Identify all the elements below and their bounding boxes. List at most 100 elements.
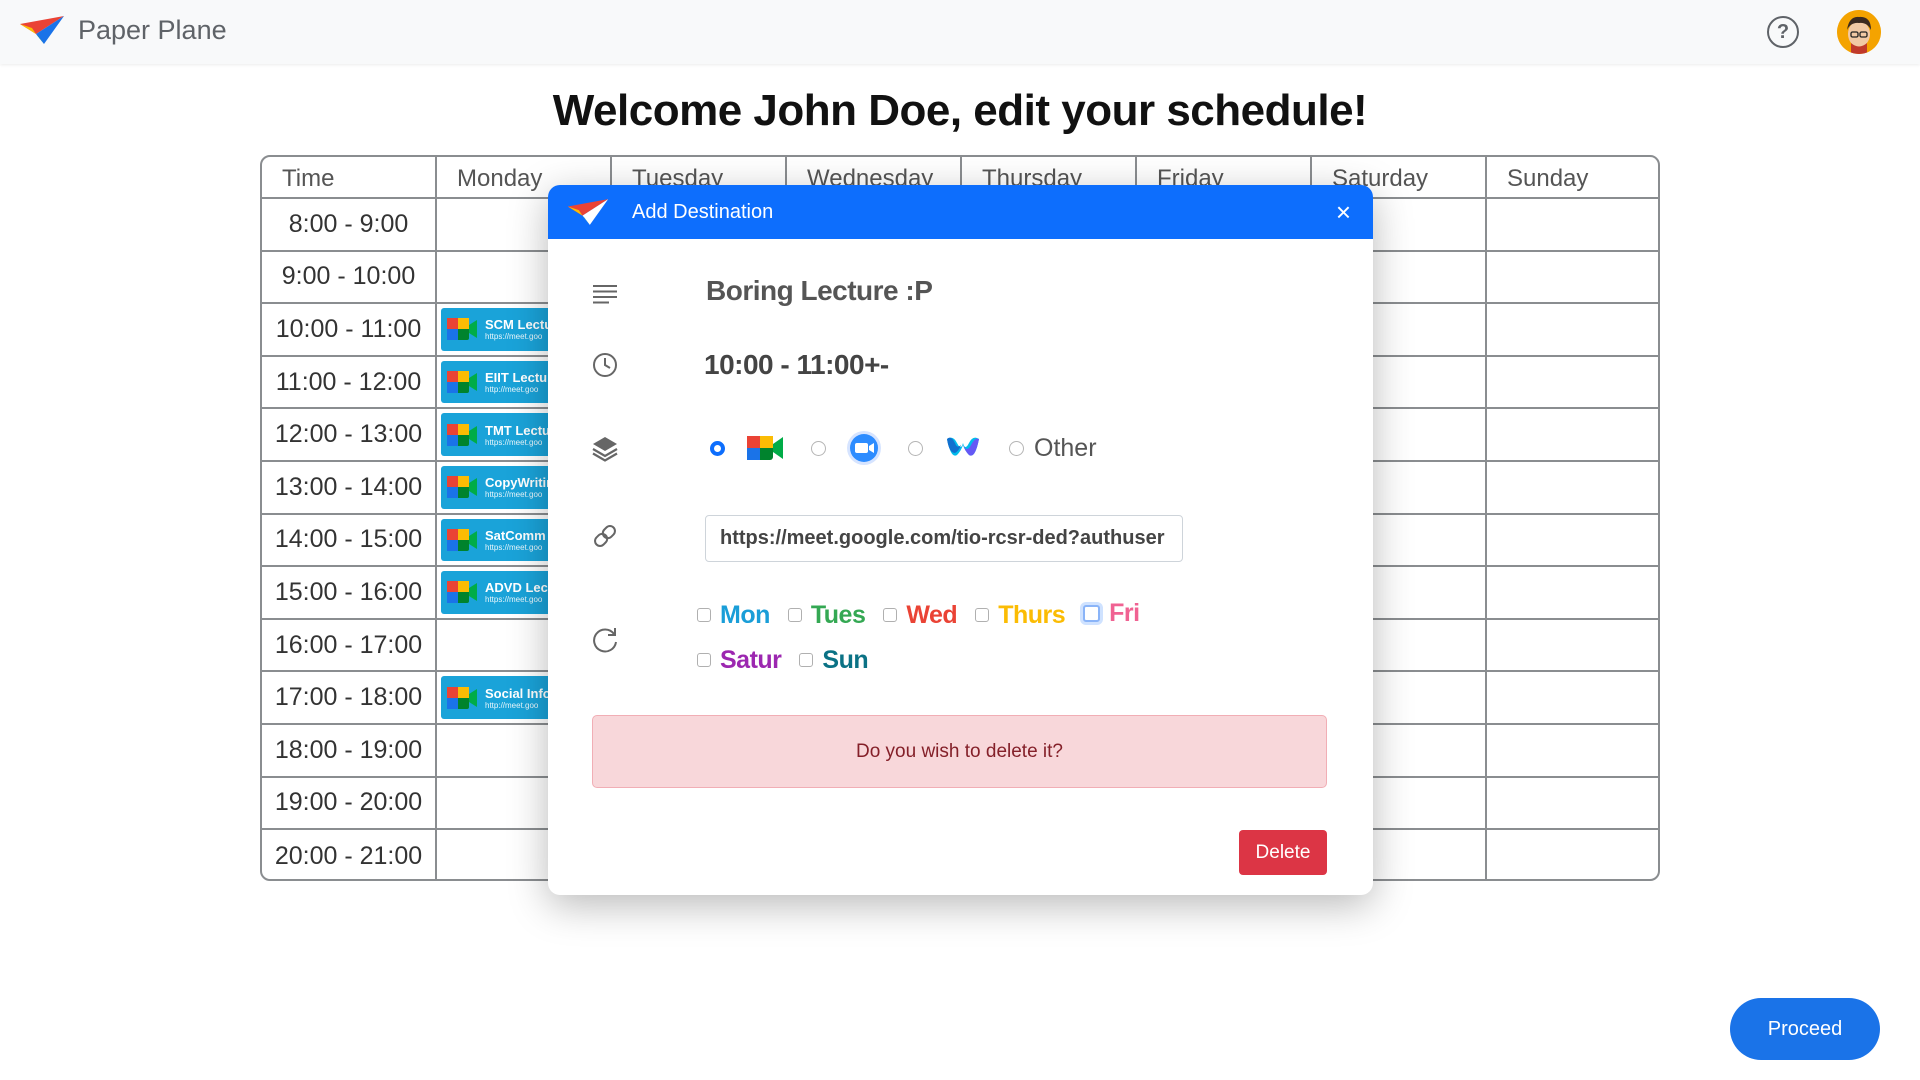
event-card-title: EIIT Lectur: [485, 370, 553, 386]
day-label: Tues: [810, 600, 866, 629]
close-icon[interactable]: ×: [1336, 197, 1351, 227]
schedule-cell[interactable]: [1487, 199, 1658, 252]
notes-icon: [593, 285, 617, 304]
checkbox[interactable]: [697, 608, 711, 622]
time-slot-label: 12:00 - 13:00: [262, 409, 437, 462]
event-card-link: https://meet.goo: [485, 332, 543, 342]
event-title[interactable]: Boring Lecture :P: [706, 275, 933, 307]
time-slot-label: 13:00 - 14:00: [262, 461, 437, 515]
event-card-link: https://meet.goo: [485, 490, 543, 500]
paper-plane-logo-icon: [20, 16, 64, 44]
schedule-cell[interactable]: [1487, 252, 1658, 305]
event-card-title: CopyWritin: [485, 475, 555, 491]
column-header: Sunday: [1487, 157, 1658, 199]
event-card-link: http://meet.goo: [485, 385, 539, 395]
other-radio[interactable]: [1009, 440, 1024, 456]
checkbox[interactable]: [1083, 605, 1101, 622]
day-checkbox-thurs[interactable]: Thurs: [975, 600, 1066, 630]
event-card-title: SCM Lectu: [485, 317, 553, 333]
add-destination-dialog: Add Destination × Boring Lecture :P 10:0…: [548, 185, 1373, 895]
schedule-cell[interactable]: [1487, 778, 1658, 831]
event-card-title: TMT Lectu: [485, 422, 550, 438]
day-label: Satur: [720, 645, 782, 674]
schedule-cell[interactable]: [1487, 620, 1658, 673]
meeting-link-input[interactable]: [705, 515, 1183, 562]
time-slot-label: 14:00 - 15:00: [262, 514, 437, 568]
dialog-title: Add Destination: [632, 200, 774, 223]
time-slot-label: 19:00 - 20:00: [262, 777, 437, 831]
schedule-cell[interactable]: [1487, 409, 1658, 462]
google-meet-icon: [447, 686, 477, 709]
day-label: Fri: [1109, 599, 1140, 627]
google-meet-option[interactable]: [745, 432, 785, 464]
delete-confirm-alert: Do you wish to delete it?: [592, 715, 1327, 788]
schedule-cell[interactable]: [1487, 357, 1658, 410]
event-card-link: https://meet.goo: [485, 595, 543, 605]
checkbox[interactable]: [799, 653, 814, 667]
avatar-face-icon: [1837, 10, 1881, 54]
checkbox[interactable]: [883, 608, 898, 622]
checkbox[interactable]: [975, 608, 990, 622]
schedule-cell[interactable]: [1487, 462, 1658, 515]
google-meet-icon: [447, 423, 477, 446]
time-slot-label: 9:00 - 10:00: [262, 251, 437, 305]
time-slot-label: 16:00 - 17:00: [262, 619, 437, 673]
schedule-cell[interactable]: [1487, 304, 1658, 357]
google-meet-icon: [447, 318, 477, 341]
event-card-title: Social Info: [485, 685, 551, 701]
webex-option[interactable]: [943, 433, 983, 463]
day-checkbox-tues[interactable]: Tues: [787, 600, 866, 630]
time-slot-label: 11:00 - 12:00: [262, 356, 437, 410]
webex-radio[interactable]: [908, 440, 923, 456]
event-time[interactable]: 10:00 - 11:00+-: [704, 349, 889, 381]
checkbox[interactable]: [697, 653, 711, 667]
repeat-days: Mon Tues Wed Thurs Fri Satur Sun: [697, 599, 1237, 691]
schedule-cell[interactable]: [1487, 830, 1658, 879]
time-slot-label: 8:00 - 9:00: [262, 199, 437, 252]
brand[interactable]: Paper Plane: [18, 14, 227, 46]
zoom-icon: [847, 431, 881, 465]
day-checkbox-mon[interactable]: Mon: [697, 601, 770, 630]
day-checkbox-sun[interactable]: Sun: [799, 645, 869, 675]
layers-icon: [592, 437, 618, 462]
user-avatar[interactable]: [1837, 10, 1881, 54]
day-checkbox-fri[interactable]: Fri: [1083, 599, 1140, 628]
google-meet-icon: [747, 436, 783, 460]
day-label: Wed: [906, 600, 958, 629]
day-label: Sun: [822, 645, 869, 674]
time-slot-label: 20:00 - 21:00: [262, 830, 437, 879]
google-meet-icon: [447, 371, 477, 394]
checkbox[interactable]: [787, 608, 802, 622]
day-label: Thurs: [998, 600, 1066, 629]
time-slot-label: 18:00 - 19:00: [262, 724, 437, 778]
clock-icon: [593, 353, 617, 377]
proceed-button[interactable]: Proceed: [1730, 998, 1880, 1060]
repeat-icon: [593, 628, 617, 653]
google-meet-icon: [447, 476, 477, 499]
event-card-link: http://meet.goo: [485, 700, 539, 710]
schedule-cell[interactable]: [1487, 515, 1658, 568]
google-meet-radio[interactable]: [710, 440, 725, 456]
google-meet-icon: [447, 528, 477, 551]
schedule-cell[interactable]: [1487, 672, 1658, 725]
dialog-header: Add Destination ×: [548, 185, 1373, 239]
paper-plane-logo-icon: [567, 199, 609, 225]
app-name: Paper Plane: [78, 14, 227, 45]
time-slot-label: 17:00 - 18:00: [262, 672, 437, 725]
webex-icon: [947, 437, 979, 456]
page-title: Welcome John Doe, edit your schedule!: [552, 86, 1368, 135]
help-icon[interactable]: ?: [1767, 16, 1799, 48]
schedule-cell[interactable]: [1487, 725, 1658, 778]
schedule-cell[interactable]: [1487, 567, 1658, 620]
zoom-radio[interactable]: [811, 440, 826, 456]
day-checkbox-satur[interactable]: Satur: [697, 645, 782, 675]
event-card-title: SatComm: [485, 527, 546, 543]
other-label[interactable]: Other: [1034, 434, 1097, 463]
delete-button[interactable]: Delete: [1239, 830, 1327, 875]
event-card-title: ADVD Lec: [485, 580, 548, 596]
day-label: Mon: [720, 600, 770, 629]
zoom-option[interactable]: [846, 430, 882, 466]
day-checkbox-wed[interactable]: Wed: [883, 600, 958, 630]
time-slot-label: 15:00 - 16:00: [262, 567, 437, 620]
time-slot-label: 10:00 - 11:00: [262, 304, 437, 357]
